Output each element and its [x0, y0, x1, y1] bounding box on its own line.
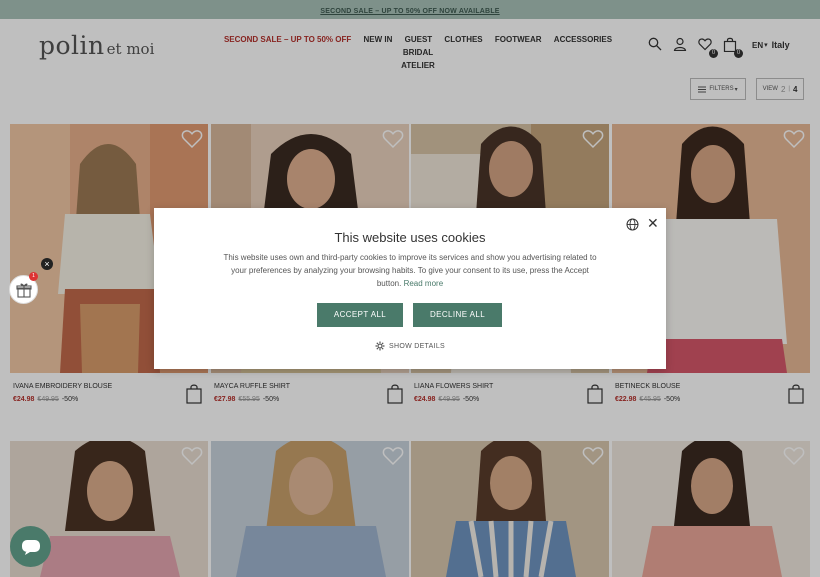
chat-button[interactable]: [10, 526, 51, 567]
decline-all-button[interactable]: DECLINE ALL: [413, 303, 502, 327]
accept-all-button[interactable]: ACCEPT ALL: [317, 303, 403, 327]
dialog-title: This website uses cookies: [334, 230, 486, 245]
show-details-label: SHOW DETAILS: [389, 342, 445, 350]
gear-icon: [375, 341, 385, 351]
dialog-body: This website uses own and third-party co…: [218, 251, 602, 290]
close-icon[interactable]: ×: [41, 258, 53, 270]
chat-bubble-icon: [21, 539, 40, 555]
cookie-consent-dialog: ✕ This website uses cookies This website…: [154, 208, 666, 369]
gift-count-badge: 1: [29, 272, 38, 281]
show-details-toggle[interactable]: SHOW DETAILS: [154, 341, 666, 351]
read-more-link[interactable]: Read more: [404, 279, 444, 288]
gift-icon: [15, 282, 32, 298]
